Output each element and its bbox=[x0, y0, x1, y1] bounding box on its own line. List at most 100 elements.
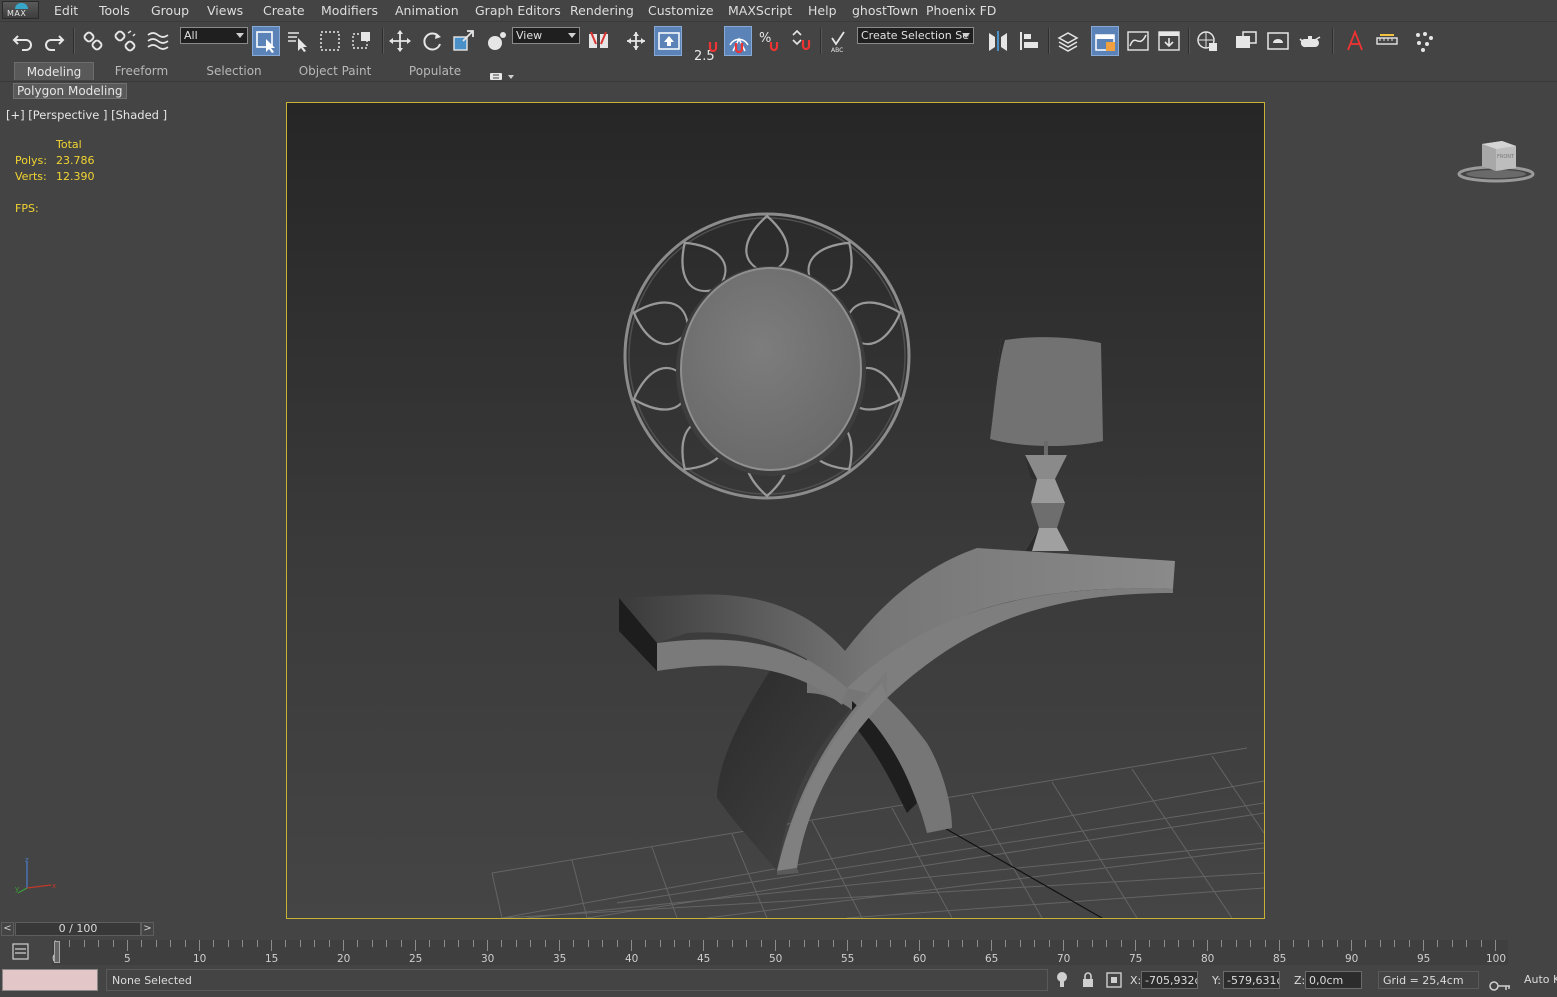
named-selection-sets-icon[interactable]: ABC bbox=[825, 26, 853, 56]
auto-key-button[interactable]: Auto K bbox=[1524, 973, 1557, 986]
frame-tick-label: 55 bbox=[841, 953, 855, 965]
max-application-button[interactable]: MAX bbox=[2, 1, 39, 19]
viewcube[interactable]: FRONT bbox=[1456, 138, 1536, 190]
menu-help[interactable]: Help bbox=[808, 3, 837, 18]
percent-snap-icon[interactable] bbox=[724, 26, 752, 56]
next-frame-button[interactable]: > bbox=[141, 922, 154, 936]
spinner-snap-icon[interactable]: % bbox=[756, 26, 784, 56]
layer-explorer-icon[interactable] bbox=[1054, 26, 1082, 56]
menu-edit[interactable]: Edit bbox=[54, 3, 78, 18]
open-mini-curve-editor-icon[interactable] bbox=[12, 943, 29, 960]
extra-tools-icon[interactable] bbox=[1341, 26, 1369, 56]
mirror-icon[interactable] bbox=[984, 26, 1012, 56]
world-axis-line bbox=[926, 817, 1103, 918]
measure-icon[interactable] bbox=[1373, 26, 1401, 56]
selection-filter-dropdown[interactable]: All bbox=[180, 27, 248, 44]
frame-tick bbox=[1106, 940, 1108, 947]
menu-modifiers[interactable]: Modifiers bbox=[321, 3, 378, 18]
frame-tick bbox=[1005, 940, 1007, 947]
move-icon[interactable] bbox=[386, 26, 414, 56]
rendered-frame-icon[interactable] bbox=[1264, 26, 1292, 56]
lock-selection-icon[interactable] bbox=[1081, 971, 1095, 993]
frame-tick bbox=[227, 940, 229, 947]
maxscript-listener-box[interactable] bbox=[2, 969, 98, 991]
material-editor-icon[interactable] bbox=[1193, 26, 1221, 56]
set-key-icon[interactable] bbox=[1488, 978, 1512, 997]
trackbar-frames[interactable]: 0510152025303540455055606570758085909510… bbox=[52, 940, 1508, 965]
link-icon[interactable] bbox=[79, 26, 107, 56]
undo-icon[interactable] bbox=[9, 26, 37, 56]
frame-tick bbox=[674, 940, 676, 947]
scale-icon[interactable] bbox=[450, 26, 478, 56]
menu-tools[interactable]: Tools bbox=[99, 3, 130, 18]
reference-coordinate-dropdown[interactable]: View bbox=[512, 27, 580, 44]
render-setup-icon[interactable] bbox=[1232, 26, 1260, 56]
frame-tick bbox=[371, 940, 373, 947]
tab-object-paint[interactable]: Object Paint bbox=[292, 62, 378, 80]
frame-tick bbox=[559, 940, 560, 951]
frame-tick bbox=[861, 940, 863, 947]
named-selection-dropdown[interactable]: Create Selection Se bbox=[857, 27, 974, 44]
previous-frame-button[interactable]: < bbox=[1, 922, 14, 936]
select-object-icon[interactable] bbox=[252, 26, 280, 56]
menu-animation[interactable]: Animation bbox=[395, 3, 459, 18]
frame-tick bbox=[1466, 940, 1468, 947]
scene-explorer-icon[interactable] bbox=[1091, 26, 1119, 56]
tab-modeling[interactable]: Modeling bbox=[14, 62, 94, 80]
tab-populate[interactable]: Populate bbox=[400, 62, 470, 80]
svg-text:x: x bbox=[52, 882, 56, 890]
isolate-selection-icon[interactable] bbox=[1055, 971, 1069, 993]
polygon-modeling-panel[interactable]: Polygon Modeling bbox=[13, 83, 127, 99]
menu-views[interactable]: Views bbox=[207, 3, 243, 18]
menu-rendering[interactable]: Rendering bbox=[570, 3, 634, 18]
frame-tick bbox=[357, 940, 359, 947]
snaps-toggle-icon[interactable] bbox=[654, 26, 682, 56]
frame-tick bbox=[1235, 940, 1237, 947]
unlink-icon[interactable] bbox=[111, 26, 139, 56]
rect-selection-icon[interactable] bbox=[316, 26, 344, 56]
frame-tick bbox=[1063, 940, 1064, 951]
z-coord-field[interactable]: 0,0cm bbox=[1305, 971, 1362, 989]
verts-value: 12.390 bbox=[56, 170, 95, 183]
frame-tick bbox=[947, 940, 949, 947]
frame-tick-label: 10 bbox=[193, 953, 207, 965]
frame-tick-label: 100 bbox=[1486, 953, 1507, 965]
perspective-viewport[interactable]: [+] [Perspective ] [Shaded ] Total Polys… bbox=[3, 102, 1551, 920]
x-coord-field[interactable]: -705,932cr bbox=[1141, 971, 1198, 989]
menu-customize[interactable]: Customize bbox=[648, 3, 714, 18]
angle-snap-icon[interactable] bbox=[697, 26, 725, 56]
y-coord-field[interactable]: -579,631cr bbox=[1223, 971, 1280, 989]
tab-selection[interactable]: Selection bbox=[196, 62, 272, 80]
menu-create[interactable]: Create bbox=[263, 3, 305, 18]
frame-tick bbox=[155, 940, 157, 947]
bind-space-warp-icon[interactable] bbox=[143, 26, 171, 56]
chevron-down-icon bbox=[236, 33, 244, 38]
keyboard-shortcut-icon[interactable] bbox=[622, 26, 650, 56]
select-manipulate-icon[interactable] bbox=[482, 26, 510, 56]
viewport-label[interactable]: [+] [Perspective ] [Shaded ] bbox=[6, 108, 167, 122]
menu-graph-editors[interactable]: Graph Editors bbox=[475, 3, 561, 18]
frame-tick-label: 25 bbox=[409, 953, 423, 965]
particle-view-icon[interactable] bbox=[1410, 26, 1438, 56]
edit-named-selection-icon[interactable] bbox=[788, 26, 816, 56]
named-selection-value: Create Selection Se bbox=[861, 29, 969, 42]
select-by-name-icon[interactable] bbox=[284, 26, 312, 56]
schematic-view-icon[interactable] bbox=[1155, 26, 1183, 56]
curve-editor-icon[interactable] bbox=[1124, 26, 1152, 56]
menu-maxscript[interactable]: MAXScript bbox=[728, 3, 792, 18]
transform-mode-icon[interactable] bbox=[1106, 971, 1122, 993]
tab-freeform[interactable]: Freeform bbox=[104, 62, 179, 80]
fps-label: FPS: bbox=[15, 202, 39, 215]
menu-phoenix-fd[interactable]: Phoenix FD bbox=[926, 3, 996, 18]
render-teapot-icon[interactable] bbox=[1296, 26, 1324, 56]
time-slider[interactable]: 0 / 100 bbox=[15, 922, 141, 936]
menu-ghosttown[interactable]: ghostTown bbox=[852, 3, 918, 18]
svg-text:ABC: ABC bbox=[831, 47, 843, 52]
pivot-icon[interactable] bbox=[585, 26, 613, 56]
redo-icon[interactable] bbox=[40, 26, 68, 56]
align-icon[interactable] bbox=[1016, 26, 1044, 56]
rotate-icon[interactable] bbox=[418, 26, 446, 56]
window-crossing-icon[interactable] bbox=[348, 26, 376, 56]
menu-group[interactable]: Group bbox=[151, 3, 189, 18]
current-frame-marker[interactable] bbox=[54, 941, 60, 963]
